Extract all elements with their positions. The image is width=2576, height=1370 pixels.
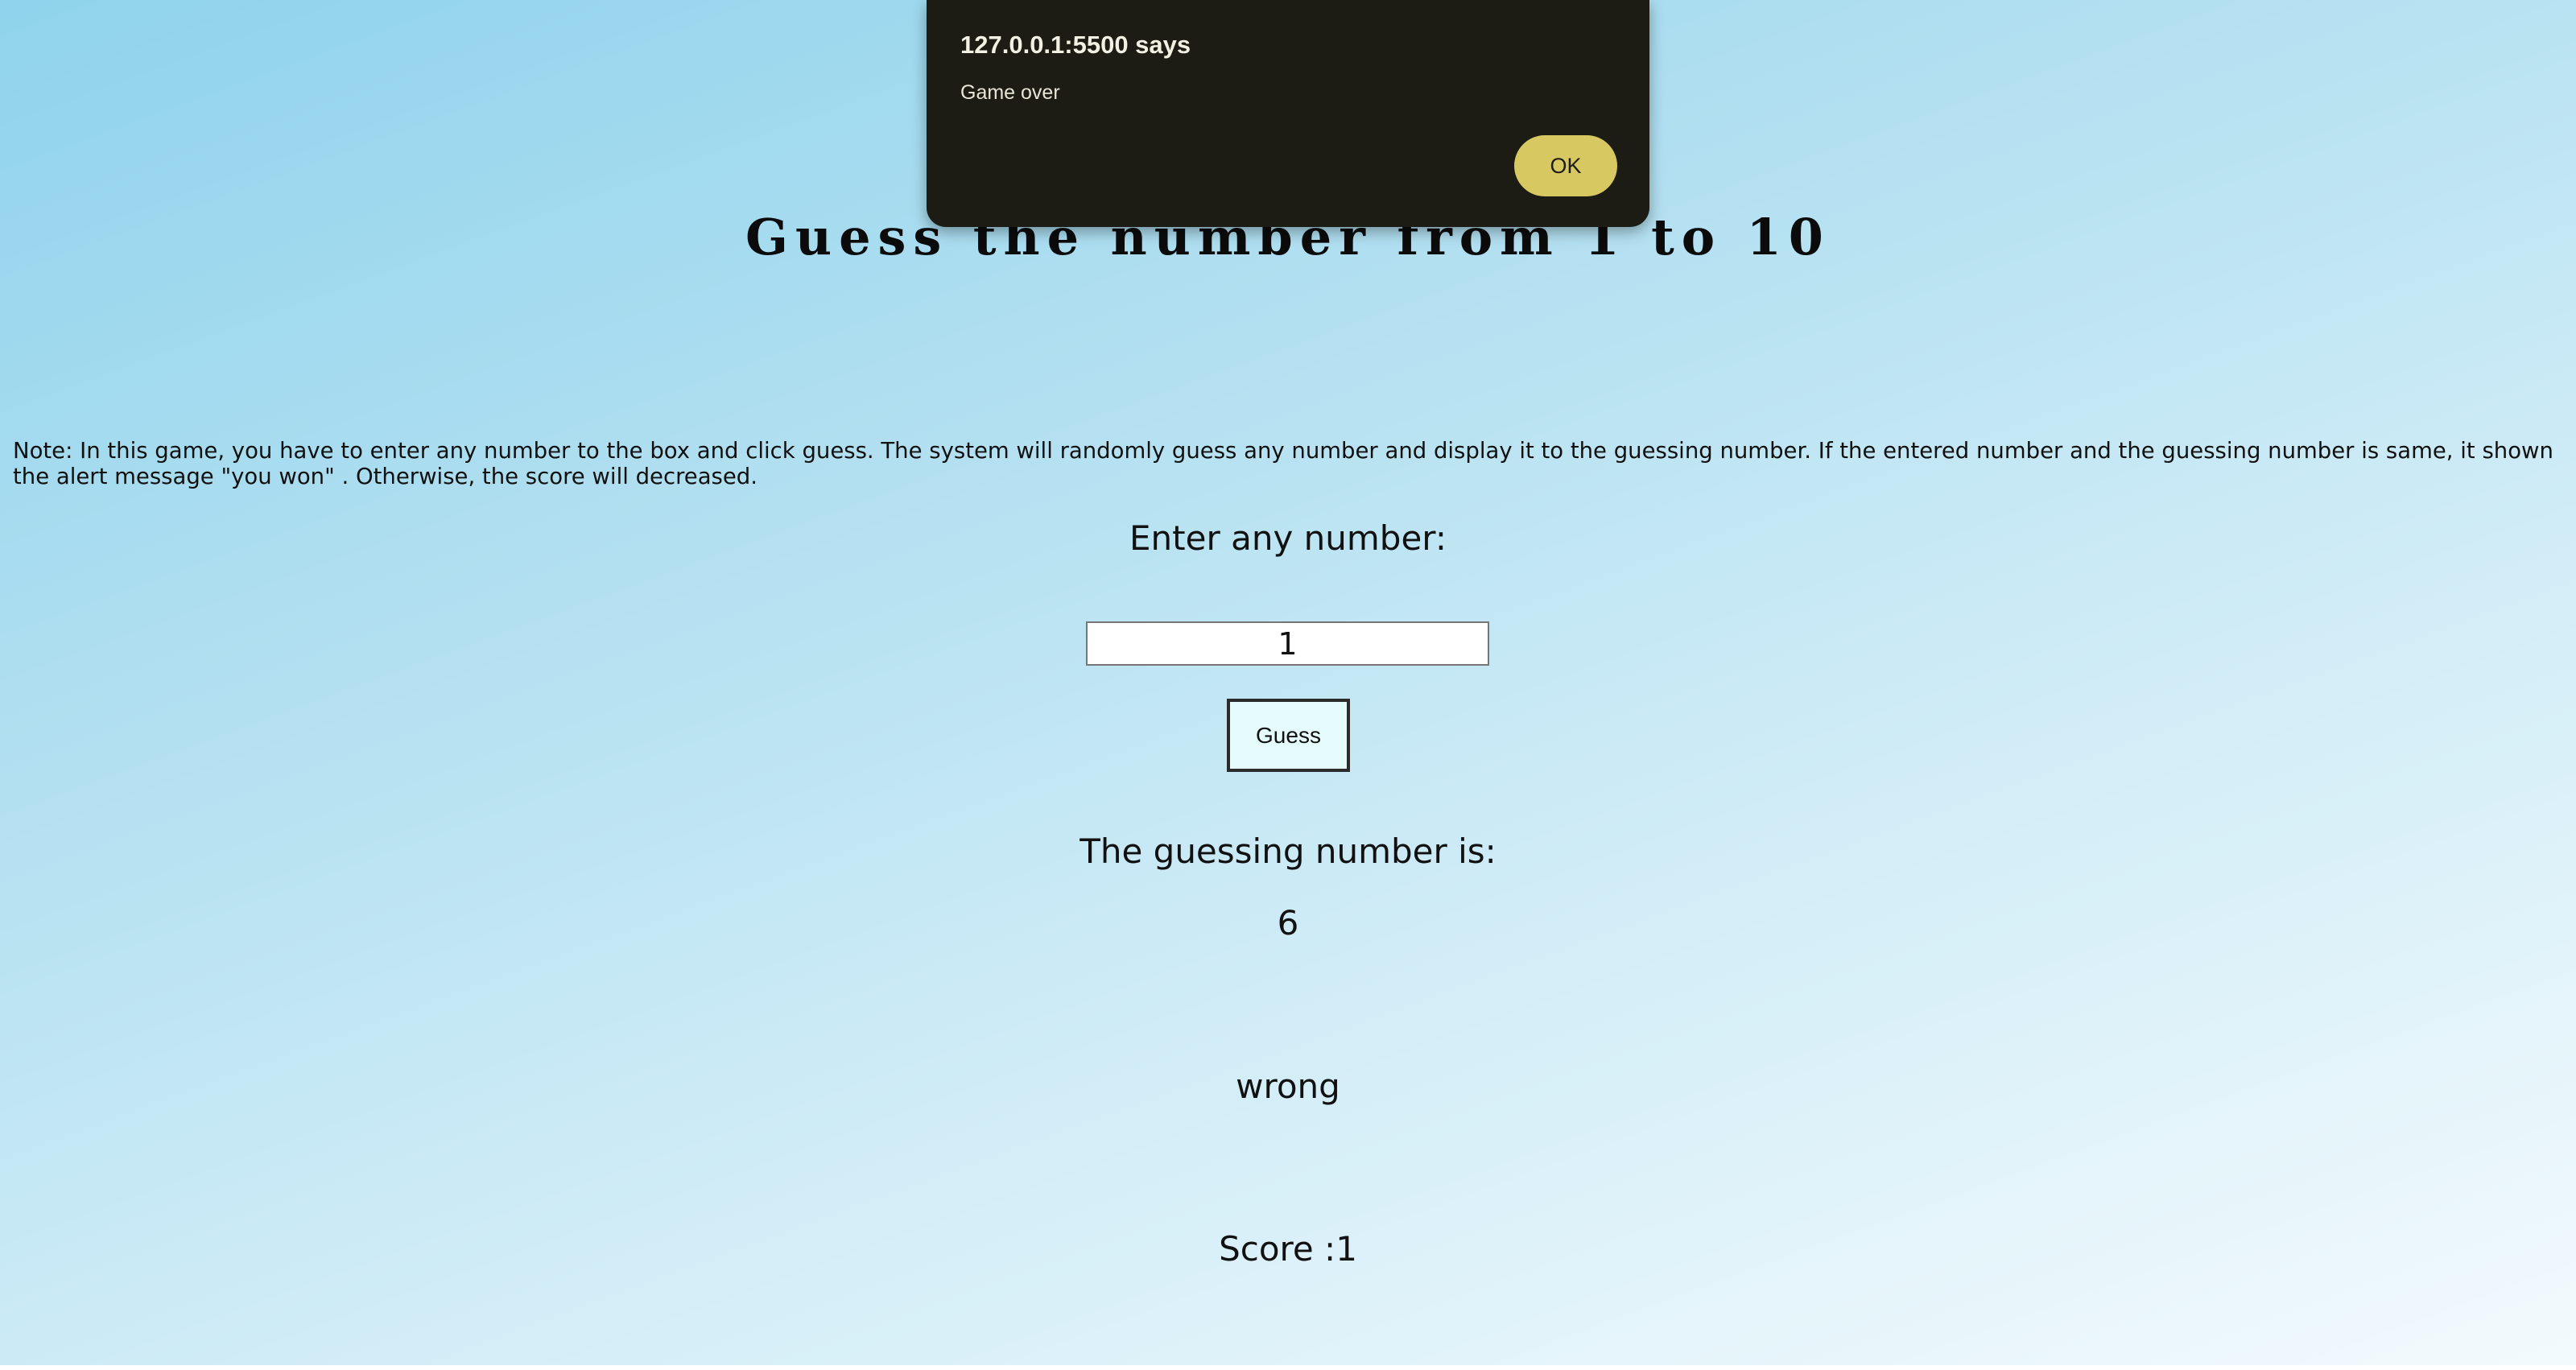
guess-button[interactable]: Guess [1227, 699, 1350, 772]
alert-dialog: 127.0.0.1:5500 says Game over OK [927, 0, 1649, 227]
number-input[interactable] [1086, 621, 1489, 666]
score-display: Score :1 [1219, 1229, 1357, 1269]
alert-title: 127.0.0.1:5500 says [960, 31, 1191, 59]
page-bottom-edge [0, 1365, 2576, 1370]
result-message: wrong [1236, 1067, 1340, 1106]
alert-message: Game over [960, 81, 1060, 104]
guessing-number-value: 6 [1277, 903, 1299, 943]
game-instructions-note: Note: In this game, you have to enter an… [13, 438, 2553, 489]
guessing-number-label: The guessing number is: [1080, 831, 1496, 871]
enter-number-label: Enter any number: [1129, 518, 1447, 558]
alert-ok-button[interactable]: OK [1514, 135, 1617, 196]
